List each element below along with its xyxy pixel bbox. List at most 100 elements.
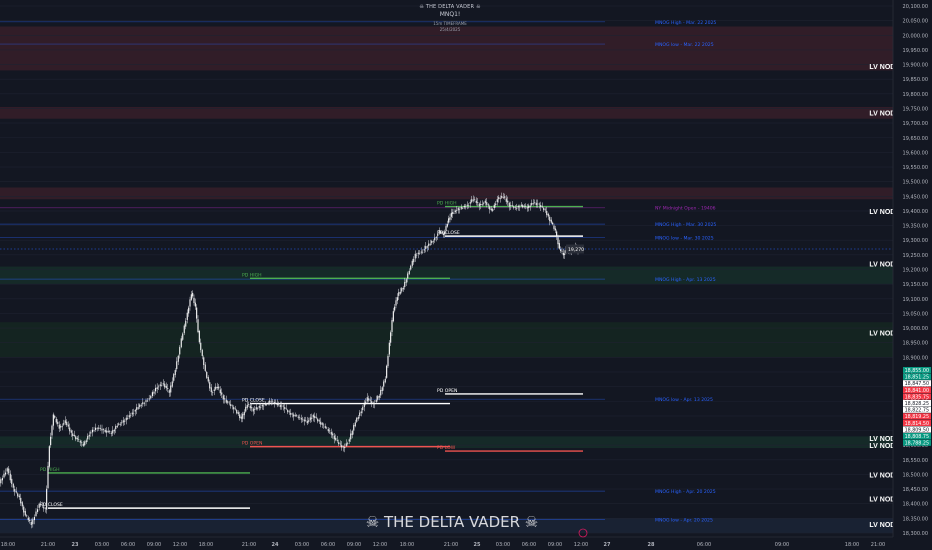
candle-body (383, 381, 385, 387)
candle-body (140, 404, 142, 406)
candle-body (272, 400, 274, 402)
candle-body (335, 437, 337, 441)
candle-body (407, 273, 409, 279)
time-tick-label: 06:00 (522, 542, 536, 548)
candle-body (37, 509, 39, 512)
candle-body (309, 417, 311, 421)
candle-body (243, 411, 245, 416)
candle-body (151, 392, 153, 396)
time-tick-label: 25 (474, 542, 481, 548)
candle-body (5, 472, 7, 475)
candle-body (46, 488, 48, 510)
candle-body (327, 429, 329, 432)
candle-body (133, 412, 135, 414)
candle-body (228, 402, 230, 404)
candle-body (88, 434, 90, 437)
price-tick-label: 19,250.00 (903, 253, 928, 259)
candle-body (236, 410, 238, 414)
candle-body (366, 397, 368, 402)
candle-body (127, 418, 129, 419)
candle-body (276, 403, 278, 406)
reference-level-label: MNOG low - Mar. 30 2025 (655, 235, 714, 241)
candle-body (420, 251, 422, 253)
price-tick-label: 19,200.00 (903, 268, 928, 274)
candle-body (388, 342, 390, 355)
candle-body (449, 217, 451, 220)
price-tick-label: 19,350.00 (903, 224, 928, 230)
candle-body (48, 446, 50, 467)
candle-body (323, 424, 325, 426)
candle-body (314, 415, 316, 419)
candle-body (396, 297, 398, 301)
time-tick-label: 18:00 (400, 542, 414, 548)
candle-body (9, 473, 11, 481)
candle-body (336, 440, 338, 441)
candle-body (487, 204, 489, 206)
chart-header-timeframe: 15m TIMEFRAME (433, 21, 467, 26)
candle-body (213, 389, 215, 392)
price-tick-label: 19,550.00 (903, 165, 928, 171)
candle-body (374, 403, 376, 405)
candle-body (125, 417, 127, 421)
candle-body (357, 416, 359, 419)
candle-body (299, 417, 301, 418)
candle-body (492, 209, 494, 211)
candle-body (11, 478, 13, 484)
candle-body (519, 206, 521, 208)
candle-body (14, 489, 16, 492)
price-tick-label: 19,450.00 (903, 194, 928, 200)
price-tick-label: 19,700.00 (903, 121, 928, 127)
candle-body (173, 374, 175, 381)
price-tick-label: 20,000.00 (903, 33, 928, 39)
candle-body (359, 412, 361, 416)
price-tick-label: 18,400.00 (903, 502, 928, 508)
candle-body (224, 398, 226, 400)
candle-body (197, 319, 199, 333)
candle-body (41, 505, 43, 506)
candle-body (311, 417, 313, 419)
time-tick-label: 09:00 (548, 542, 562, 548)
candle-body (190, 294, 192, 300)
candle-body (320, 421, 322, 425)
candle-body (360, 411, 362, 413)
candle-body (209, 382, 211, 389)
candle-body (263, 405, 265, 407)
candle-body (245, 406, 247, 412)
candle-body (425, 246, 427, 250)
candle-body (142, 402, 144, 405)
candle-body (99, 428, 101, 429)
candle-body (20, 497, 22, 504)
candle-body (528, 205, 530, 209)
price-chart[interactable]: MNOG High - Mar. 22 2025 MNOG low - Mar. … (0, 0, 932, 550)
candle-body (368, 398, 370, 401)
price-tick-label: 19,000.00 (903, 326, 928, 332)
candle-body (297, 416, 299, 418)
price-tick-label: 19,650.00 (903, 136, 928, 142)
candle-body (395, 300, 397, 306)
candle-body (81, 442, 83, 443)
candle-body (257, 408, 259, 409)
candle-body (63, 423, 65, 425)
candle-body (391, 320, 393, 332)
candle-body (82, 443, 84, 446)
candle-body (471, 199, 473, 203)
time-tick-label: 06:00 (697, 542, 711, 548)
candle-body (317, 418, 319, 422)
candle-body (541, 206, 543, 208)
candle-body (254, 409, 256, 411)
candle-body (21, 502, 23, 507)
candle-body (162, 383, 164, 385)
time-tick-label: 12:00 (173, 542, 187, 548)
candle-body (0, 479, 2, 484)
candle-body (131, 412, 133, 415)
candle-body (76, 437, 78, 440)
candle-body (75, 436, 77, 440)
candle-body (248, 404, 250, 405)
candle-body (547, 213, 549, 217)
candle-body (61, 426, 63, 427)
price-tick-label: 19,850.00 (903, 77, 928, 83)
candle-body (387, 355, 389, 367)
candle-body (54, 415, 56, 418)
time-tick-label: 21:00 (444, 542, 458, 548)
candle-body (354, 422, 356, 427)
